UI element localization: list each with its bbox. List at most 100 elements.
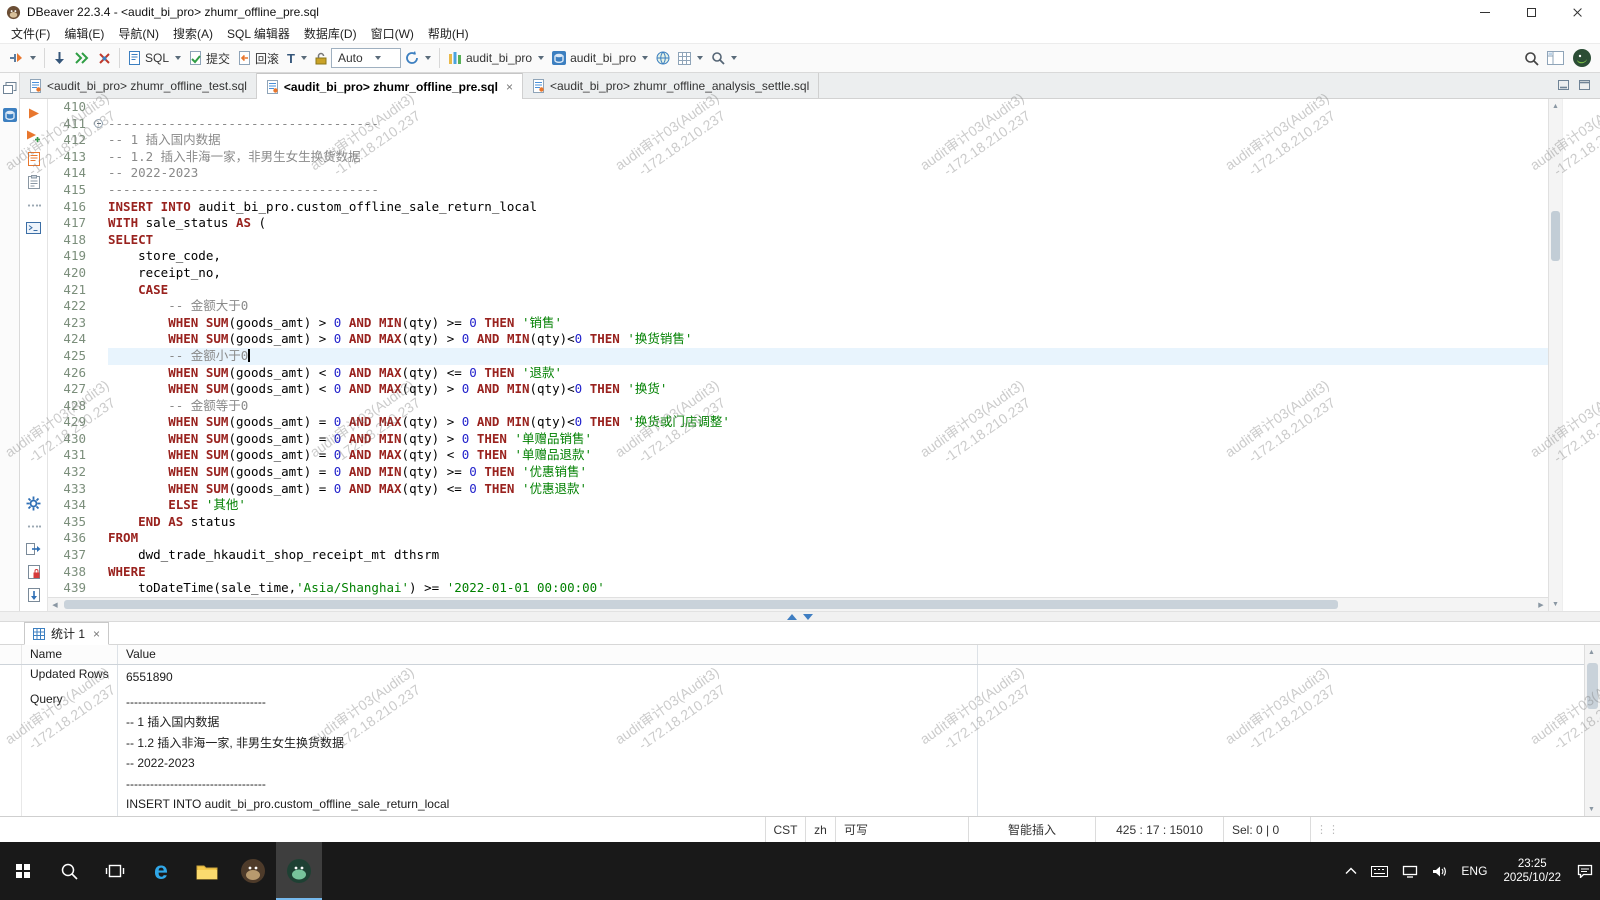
code-line[interactable]: 421 CASE: [48, 282, 1548, 299]
splitter-up-icon[interactable]: [787, 614, 797, 620]
network-button[interactable]: [1395, 842, 1425, 900]
fold-collapse-icon[interactable]: [94, 119, 103, 128]
dbeaver-logo-button[interactable]: [1568, 46, 1596, 70]
code-line[interactable]: 427 WHEN SUM(goods_amt) < 0 AND MAX(qty)…: [48, 381, 1548, 398]
file-lock-icon[interactable]: [25, 564, 43, 580]
vertical-scrollbar[interactable]: ▲ ▼: [1548, 99, 1562, 611]
code-line[interactable]: 431 WHEN SUM(goods_amt) = 0 AND MAX(qty)…: [48, 447, 1548, 464]
commit-mode-combo[interactable]: Auto: [331, 48, 401, 68]
file-load-icon[interactable]: [25, 587, 43, 603]
menu-item[interactable]: 文件(F): [4, 25, 57, 42]
result-value-cell[interactable]: ------------------------------------- 1 …: [118, 690, 978, 817]
code-line[interactable]: 428 -- 金额等于0: [48, 398, 1548, 415]
menu-item[interactable]: 数据库(D): [297, 25, 364, 42]
menu-item[interactable]: 搜索(A): [166, 25, 220, 42]
code-line[interactable]: 430 WHEN SUM(goods_amt) = 0 AND MIN(qty)…: [48, 431, 1548, 448]
execute-statement-icon[interactable]: [25, 105, 43, 121]
maximize-button[interactable]: [1508, 0, 1554, 24]
editor-tab[interactable]: <audit_bi_pro> zhumr_offline_analysis_se…: [523, 73, 819, 98]
scroll-left-icon[interactable]: ◀: [48, 598, 62, 611]
connection-selector[interactable]: audit_bi_pro: [444, 46, 548, 70]
grid-mode-button[interactable]: [674, 46, 707, 70]
result-name-cell[interactable]: Updated Rows: [22, 665, 118, 690]
tab-close-icon[interactable]: ×: [93, 627, 100, 641]
code-line[interactable]: 424 WHEN SUM(goods_amt) > 0 AND MAX(qty)…: [48, 331, 1548, 348]
code-line[interactable]: 423 WHEN SUM(goods_amt) > 0 AND MIN(qty)…: [48, 315, 1548, 332]
tray-expand-button[interactable]: [1338, 842, 1364, 900]
cancel-button[interactable]: [94, 46, 115, 70]
column-header-name[interactable]: Name: [22, 645, 118, 664]
menu-item[interactable]: 窗口(W): [364, 25, 421, 42]
open-terminal-icon[interactable]: [25, 220, 43, 236]
code-line[interactable]: 432 WHEN SUM(goods_amt) = 0 AND MIN(qty)…: [48, 464, 1548, 481]
code-line[interactable]: 425 -- 金额小于0: [48, 348, 1548, 365]
execute-connect-button[interactable]: [4, 46, 40, 70]
code-line[interactable]: 416INSERT INTO audit_bi_pro.custom_offli…: [48, 199, 1548, 216]
code-line[interactable]: 413-- 1.2 插入非海一家，非男生女生换货数据: [48, 149, 1548, 166]
code-line[interactable]: 429 WHEN SUM(goods_amt) = 0 AND MAX(qty)…: [48, 414, 1548, 431]
dbeaver-pinned-button[interactable]: [230, 842, 276, 900]
horizontal-scrollbar[interactable]: ◀ ▶: [48, 597, 1548, 611]
code-line[interactable]: 426 WHEN SUM(goods_amt) < 0 AND MAX(qty)…: [48, 365, 1548, 382]
execute-new-tab-icon[interactable]: [25, 128, 43, 144]
scroll-up-icon[interactable]: ▲: [1585, 645, 1598, 659]
fetch-button[interactable]: [49, 46, 70, 70]
vertical-scroll-thumb[interactable]: [1551, 211, 1560, 261]
more-dots-icon[interactable]: [25, 518, 43, 534]
horizontal-scroll-thumb[interactable]: [64, 600, 1338, 609]
database-selector[interactable]: audit_bi_pro: [548, 46, 652, 70]
rollback-button[interactable]: 回滚: [234, 46, 283, 70]
database-navigator-icon[interactable]: [3, 108, 17, 125]
global-search-button[interactable]: [1520, 46, 1543, 70]
touch-keyboard-button[interactable]: [1364, 842, 1395, 900]
tab-close-icon[interactable]: ×: [506, 80, 513, 94]
code-line[interactable]: 437 dwd_trade_hkaudit_shop_receipt_mt dt…: [48, 547, 1548, 564]
maximize-editor-icon[interactable]: [1579, 79, 1590, 93]
globe-button[interactable]: [652, 46, 674, 70]
transaction-log-button[interactable]: T: [283, 46, 311, 70]
panel-splitter[interactable]: [0, 611, 1600, 622]
action-center-button[interactable]: [1570, 842, 1600, 900]
menu-item[interactable]: 导航(N): [111, 25, 166, 42]
scroll-up-icon[interactable]: ▲: [1549, 99, 1562, 113]
minimize-button[interactable]: [1462, 0, 1508, 24]
lock-button[interactable]: [311, 46, 331, 70]
perspective-button[interactable]: [1543, 46, 1568, 70]
settings-gear-icon[interactable]: [25, 495, 43, 511]
file-explorer-button[interactable]: [184, 842, 230, 900]
code-line[interactable]: 434 ELSE '其他': [48, 497, 1548, 514]
volume-button[interactable]: [1425, 842, 1454, 900]
search-dropdown[interactable]: [707, 46, 741, 70]
execute-script-icon[interactable]: [25, 151, 43, 167]
task-view-button[interactable]: [92, 842, 138, 900]
scroll-down-icon[interactable]: ▼: [1549, 597, 1562, 611]
dbeaver-active-button[interactable]: [276, 842, 322, 900]
result-name-cell[interactable]: Query: [22, 690, 118, 817]
menu-item[interactable]: SQL 编辑器: [220, 25, 297, 42]
code-line[interactable]: 411------------------------------------: [48, 116, 1548, 133]
code-line[interactable]: 438WHERE: [48, 564, 1548, 581]
refresh-timer-button[interactable]: [401, 46, 435, 70]
menu-item[interactable]: 帮助(H): [421, 25, 476, 42]
code-line[interactable]: 433 WHEN SUM(goods_amt) = 0 AND MAX(qty)…: [48, 481, 1548, 498]
scroll-right-icon[interactable]: ▶: [1534, 598, 1548, 611]
code-line[interactable]: 418SELECT: [48, 232, 1548, 249]
code-line[interactable]: 419 store_code,: [48, 248, 1548, 265]
statistics-tab[interactable]: 统计 1 ×: [24, 622, 109, 645]
start-button[interactable]: [0, 842, 46, 900]
restore-panel-icon[interactable]: [3, 82, 17, 97]
more-dots-icon[interactable]: [25, 197, 43, 213]
menu-item[interactable]: 编辑(E): [57, 25, 111, 42]
commit-button[interactable]: 提交: [185, 46, 234, 70]
result-row[interactable]: Updated Rows6551890: [0, 665, 1600, 690]
edge-button[interactable]: e: [138, 842, 184, 900]
code-line[interactable]: 412-- 1 插入国内数据: [48, 132, 1548, 149]
result-value-cell[interactable]: 6551890: [118, 665, 978, 690]
code-line[interactable]: 435 END AS status: [48, 514, 1548, 531]
editor-tab[interactable]: <audit_bi_pro> zhumr_offline_pre.sql×: [257, 73, 523, 99]
code-line[interactable]: 410: [48, 99, 1548, 116]
code-line[interactable]: 414-- 2022-2023: [48, 165, 1548, 182]
code-editor[interactable]: 410411----------------------------------…: [48, 99, 1548, 611]
refresh-rows-button[interactable]: [70, 46, 94, 70]
explain-plan-icon[interactable]: [25, 174, 43, 190]
